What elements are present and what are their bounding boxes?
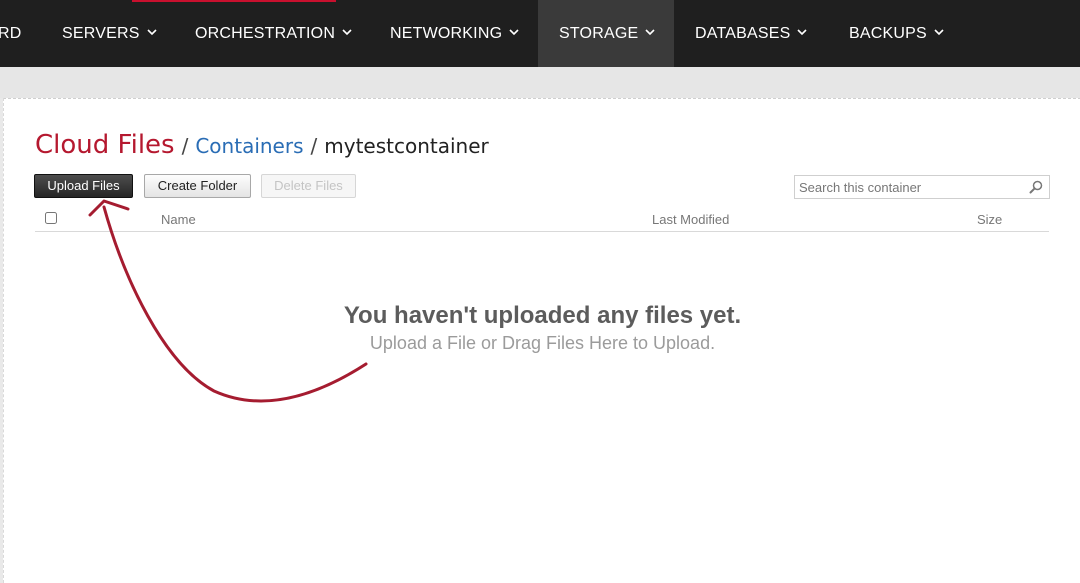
- search-icon[interactable]: [1029, 180, 1043, 194]
- chevron-down-icon: [147, 29, 157, 36]
- nav-item-label: STORAGE: [559, 25, 639, 42]
- breadcrumb-separator: /: [310, 134, 318, 158]
- container-panel: Cloud Files / Containers / mytestcontainer U…: [3, 98, 1080, 583]
- breadcrumb-containers-link[interactable]: Containers: [195, 134, 303, 158]
- chevron-down-icon: [934, 29, 944, 36]
- nav-item-label: SERVERS: [62, 25, 140, 42]
- nav-item-backups[interactable]: BACKUPS: [849, 0, 945, 67]
- delete-files-button: Delete Files: [261, 174, 356, 198]
- column-header-name[interactable]: Name: [161, 212, 196, 227]
- search-input[interactable]: [799, 177, 1019, 197]
- nav-item-orchestration[interactable]: ORCHESTRATION: [195, 0, 353, 67]
- nav-item-label: DATABASES: [695, 25, 791, 42]
- column-header-last-modified[interactable]: Last Modified: [652, 212, 729, 227]
- select-all-checkbox[interactable]: [45, 212, 57, 224]
- nav-item-storage[interactable]: STORAGE: [538, 0, 674, 67]
- nav-item-networking[interactable]: NETWORKING: [390, 0, 520, 67]
- column-header-size[interactable]: Size: [977, 212, 1002, 227]
- nav-item-label: RD: [0, 25, 22, 42]
- nav-item-label: ORCHESTRATION: [195, 25, 336, 42]
- nav-item-dashboard[interactable]: RD: [0, 0, 22, 67]
- nav-item-label: BACKUPS: [849, 25, 927, 42]
- breadcrumb-separator: /: [181, 134, 189, 158]
- breadcrumb: Cloud Files / Containers / mytestcontainer: [35, 130, 489, 160]
- breadcrumb-root: Cloud Files: [35, 130, 175, 160]
- empty-state-title: You haven't uploaded any files yet.: [343, 302, 742, 329]
- chevron-down-icon: [342, 29, 352, 36]
- chevron-down-icon: [645, 29, 655, 36]
- empty-state-subtitle: Upload a File or Drag Files Here to Uplo…: [369, 333, 716, 353]
- nav-item-label: NETWORKING: [390, 25, 503, 42]
- chevron-down-icon: [797, 29, 808, 36]
- chevron-down-icon: [509, 29, 519, 36]
- top-nav: RD SERVERS ORCHESTRATION NETWORKING STOR…: [0, 0, 1080, 67]
- breadcrumb-current: mytestcontainer: [324, 134, 489, 158]
- nav-item-databases[interactable]: DATABASES: [695, 0, 808, 67]
- create-folder-button[interactable]: Create Folder: [144, 174, 251, 198]
- upload-files-button[interactable]: Upload Files: [34, 174, 133, 198]
- file-table-header: Name Last Modified Size: [35, 209, 1049, 232]
- nav-item-servers[interactable]: SERVERS: [62, 0, 158, 67]
- page-strip: [0, 67, 1080, 98]
- search-box: [794, 175, 1050, 199]
